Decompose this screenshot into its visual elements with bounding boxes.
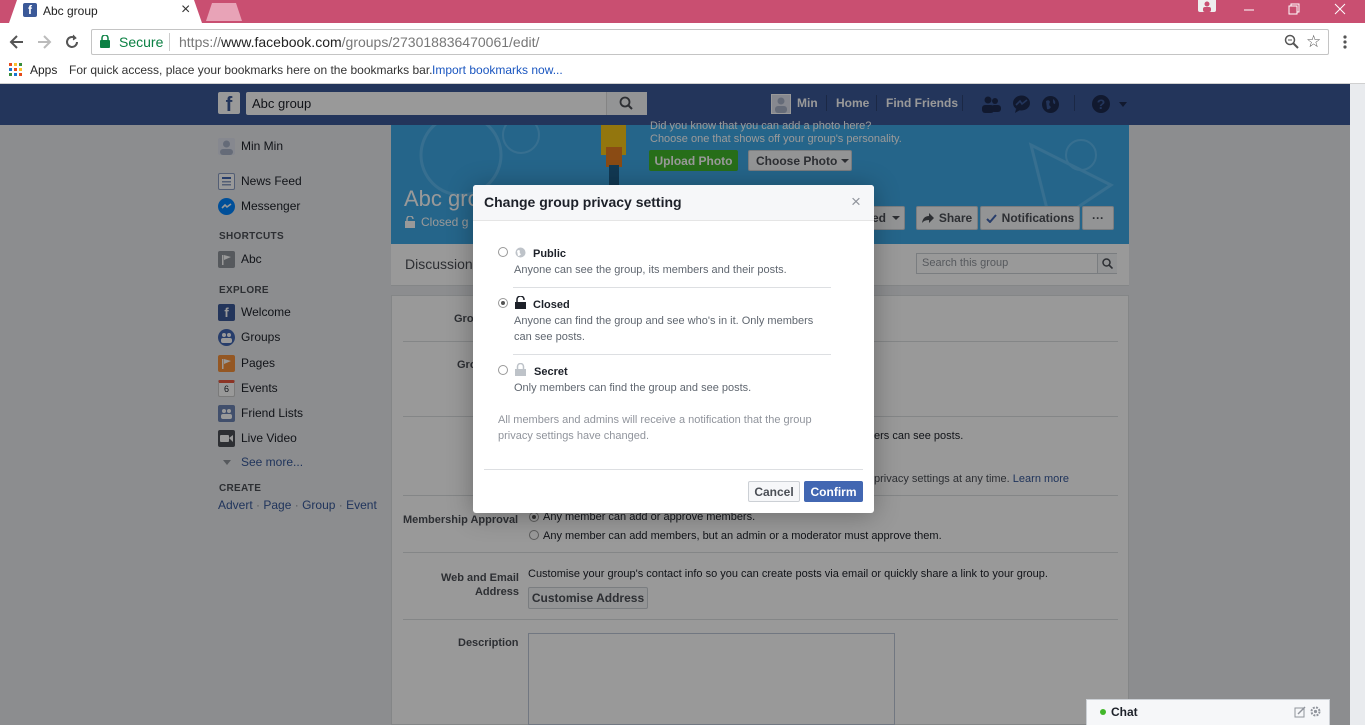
privacy-option-secret-label: Secret <box>534 366 568 378</box>
dialog-close-icon[interactable]: × <box>851 193 861 210</box>
privacy-option-closed-label: Closed <box>533 299 570 311</box>
zoom-icon[interactable] <box>1284 34 1300 50</box>
new-tab-button[interactable] <box>206 3 242 21</box>
lock-open-icon <box>515 296 526 309</box>
import-bookmarks-link[interactable]: Import bookmarks now... <box>432 63 563 77</box>
browser-titlebar <box>0 0 1365 23</box>
close-window-icon[interactable] <box>1333 2 1347 16</box>
browser-tab-active[interactable] <box>9 0 202 23</box>
privacy-option-public-label: Public <box>533 248 567 260</box>
option-divider <box>513 354 831 355</box>
cancel-button[interactable]: Cancel <box>748 481 800 502</box>
chat-tab[interactable]: Chat <box>1086 699 1330 725</box>
secure-label: Secure <box>119 34 164 50</box>
tab-close-icon[interactable]: × <box>181 1 190 19</box>
dialog-footer-divider <box>484 469 863 470</box>
compose-icon[interactable] <box>1294 706 1306 718</box>
online-dot-icon <box>1100 709 1106 715</box>
privacy-radio-closed[interactable] <box>498 298 508 308</box>
forward-arrow-icon[interactable] <box>35 33 53 51</box>
chat-label: Chat <box>1111 705 1138 719</box>
bookmarks-hint: For quick access, place your bookmarks h… <box>69 63 433 77</box>
reload-icon[interactable] <box>63 33 81 51</box>
lock-icon <box>515 363 526 376</box>
omnibox-divider <box>169 33 170 51</box>
privacy-option-secret-desc: Only members can find the group and see … <box>514 382 752 394</box>
restore-icon[interactable] <box>1287 2 1301 16</box>
dialog-title: Change group privacy setting <box>484 194 682 210</box>
facebook-favicon-icon: f <box>23 3 37 17</box>
chrome-menu-icon[interactable] <box>1341 33 1349 51</box>
back-arrow-icon[interactable] <box>8 33 26 51</box>
privacy-option-closed-desc: Anyone can find the group and see who's … <box>514 315 814 343</box>
minimize-icon[interactable] <box>1242 3 1256 17</box>
gear-icon[interactable] <box>1309 705 1322 718</box>
option-divider <box>513 287 831 288</box>
profile-icon[interactable] <box>1198 0 1216 12</box>
confirm-button[interactable]: Confirm <box>804 481 863 502</box>
bookmark-star-icon[interactable]: ☆ <box>1306 32 1321 52</box>
privacy-setting-dialog: Change group privacy setting × Public An… <box>473 185 874 513</box>
privacy-option-public-desc: Anyone can see the group, its members an… <box>514 264 787 276</box>
globe-icon <box>515 247 526 258</box>
url-text[interactable]: https://www.facebook.com/groups/27301883… <box>179 34 539 50</box>
privacy-radio-secret[interactable] <box>498 365 508 375</box>
apps-label[interactable]: Apps <box>30 63 57 77</box>
apps-grid-icon[interactable] <box>9 63 23 77</box>
privacy-radio-public[interactable] <box>498 247 508 257</box>
privacy-change-notice: All members and admins will receive a no… <box>498 414 812 442</box>
lock-icon <box>100 34 110 48</box>
tab-title: Abc group <box>43 4 98 18</box>
